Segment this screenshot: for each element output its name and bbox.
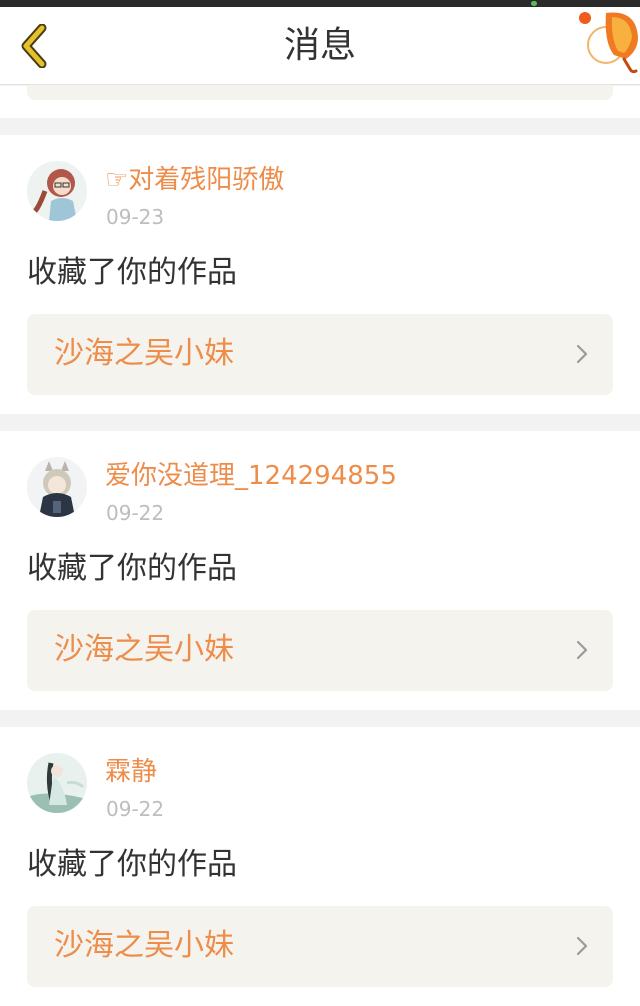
message-time: 09-22 — [106, 797, 165, 821]
action-text: 收藏了你的作品 — [27, 551, 237, 586]
work-link[interactable]: 沙海之吴小妹 — [27, 610, 613, 691]
message-time: 09-23 — [106, 205, 165, 229]
work-title: 沙海之吴小妹 — [54, 928, 234, 963]
message-list[interactable]: ☞对着残阳骄傲 09-23 收藏了你的作品 沙海之吴小妹 爱你没道理_12429… — [0, 86, 640, 1006]
work-link[interactable]: 沙海之吴小妹 — [27, 906, 613, 987]
chevron-right-icon — [576, 936, 588, 956]
avatar[interactable] — [27, 161, 87, 221]
work-title: 沙海之吴小妹 — [54, 336, 234, 371]
lantern-button[interactable] — [578, 7, 640, 79]
user-name[interactable]: 爱你没道理_124294855 — [105, 459, 397, 493]
chevron-right-icon — [576, 344, 588, 364]
chevron-right-icon — [576, 640, 588, 660]
user-name[interactable]: 霖静 — [105, 755, 157, 789]
message-card: 爱你没道理_124294855 09-22 收藏了你的作品 沙海之吴小妹 — [0, 431, 640, 710]
page-title: 消息 — [283, 25, 356, 66]
avatar[interactable] — [27, 753, 87, 813]
sky-lantern-icon — [579, 12, 638, 74]
action-text: 收藏了你的作品 — [27, 255, 237, 290]
message-card: 霖静 09-22 收藏了你的作品 沙海之吴小妹 — [0, 727, 640, 1006]
top-bar: 消息 — [0, 7, 640, 85]
action-text: 收藏了你的作品 — [27, 847, 237, 882]
work-link[interactable]: 沙海之吴小妹 — [27, 314, 613, 395]
message-card: ☞对着残阳骄傲 09-23 收藏了你的作品 沙海之吴小妹 — [0, 135, 640, 414]
message-time: 09-22 — [106, 501, 165, 525]
previous-card-remnant — [0, 86, 640, 118]
status-bar — [0, 0, 640, 7]
user-name[interactable]: ☞对着残阳骄傲 — [105, 163, 284, 197]
status-indicator — [531, 1, 537, 6]
avatar[interactable] — [27, 457, 87, 517]
previous-work-box — [27, 86, 613, 100]
work-title: 沙海之吴小妹 — [54, 632, 234, 667]
